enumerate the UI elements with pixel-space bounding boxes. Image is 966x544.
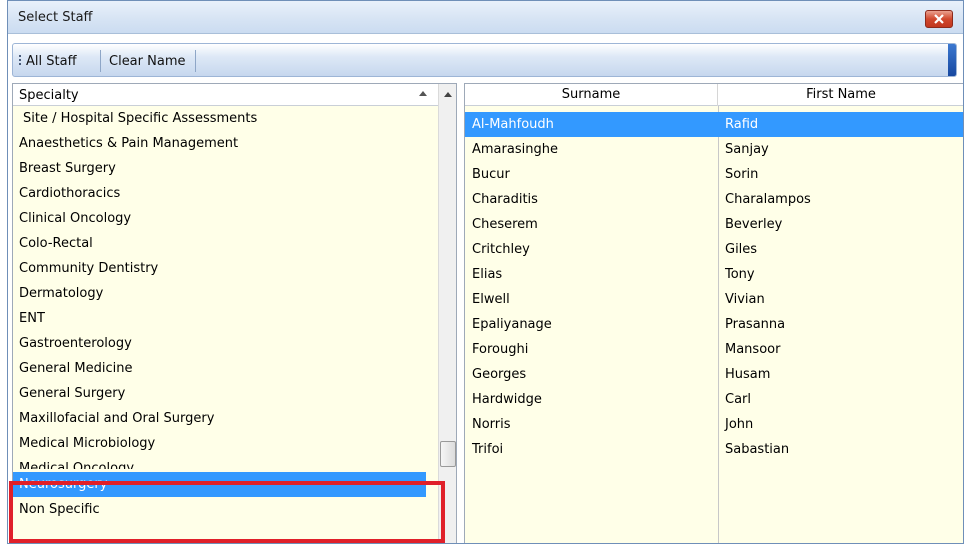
first-name-cell: Vivian: [725, 292, 765, 307]
first-name-cell: Giles: [725, 242, 758, 257]
staff-grid-pane: Surname First Name Al-Mahfoudh Rafid Ama…: [464, 83, 963, 543]
specialty-item[interactable]: General Medicine: [13, 356, 438, 381]
toolbar: All Staff Clear Name: [12, 43, 957, 77]
specialty-item-selected[interactable]: Neurosurgery: [13, 472, 426, 497]
staff-row[interactable]: Critchley Giles: [465, 237, 963, 262]
all-staff-button[interactable]: All Staff: [26, 54, 77, 69]
first-name-cell: Mansoor: [725, 342, 781, 357]
staff-row[interactable]: Foroughi Mansoor: [465, 337, 963, 362]
specialty-list-pane: Specialty Site / Hospital Specific Asses…: [12, 83, 457, 543]
surname-cell: Charaditis: [472, 192, 538, 207]
specialty-item[interactable]: ENT: [13, 306, 438, 331]
surname-cell: Bucur: [472, 167, 510, 182]
toolbar-separator: [100, 50, 101, 72]
staff-row[interactable]: Bucur Sorin: [465, 162, 963, 187]
surname-column-header[interactable]: Surname: [465, 84, 718, 106]
specialty-item[interactable]: Community Dentistry: [13, 256, 438, 281]
staff-row[interactable]: Norris John: [465, 412, 963, 437]
surname-cell: Cheserem: [472, 217, 538, 232]
first-name-cell: Husam: [725, 367, 771, 382]
close-icon: [934, 14, 944, 24]
staff-row-selected[interactable]: Al-Mahfoudh Rafid: [465, 112, 963, 137]
toolbar-grip-icon[interactable]: [19, 55, 21, 67]
close-button[interactable]: [925, 10, 953, 28]
specialty-item[interactable]: Clinical Oncology: [13, 206, 438, 231]
specialty-item[interactable]: Anaesthetics & Pain Management: [13, 131, 438, 156]
specialty-item[interactable]: General Surgery: [13, 381, 438, 406]
specialty-item[interactable]: Maxillofacial and Oral Surgery: [13, 406, 438, 431]
staff-rows: Al-Mahfoudh Rafid Amarasinghe Sanjay Buc…: [465, 112, 963, 462]
surname-cell: Critchley: [472, 242, 530, 257]
first-name-cell: Sanjay: [725, 142, 769, 157]
staff-row[interactable]: Hardwidge Carl: [465, 387, 963, 412]
staff-row[interactable]: Trifoi Sabastian: [465, 437, 963, 462]
staff-row[interactable]: Amarasinghe Sanjay: [465, 137, 963, 162]
first-name-cell: Rafid: [725, 117, 759, 132]
first-name-cell: John: [725, 417, 754, 432]
staff-row[interactable]: Elias Tony: [465, 262, 963, 287]
surname-cell: Elwell: [472, 292, 510, 307]
surname-cell: Georges: [472, 367, 527, 382]
first-name-cell: Charalampos: [725, 192, 811, 207]
specialty-item[interactable]: Medical Oncology: [13, 456, 438, 469]
specialty-item[interactable]: Non Specific: [13, 497, 438, 522]
specialty-item[interactable]: Medical Microbiology: [13, 431, 438, 456]
first-name-cell: Sorin: [725, 167, 759, 182]
surname-cell: Hardwidge: [472, 392, 542, 407]
surname-cell: Elias: [472, 267, 503, 282]
specialty-item[interactable]: Cardiothoracics: [13, 181, 438, 206]
specialty-item[interactable]: Colo-Rectal: [13, 231, 438, 256]
clear-name-button[interactable]: Clear Name: [109, 54, 185, 69]
staff-row[interactable]: Georges Husam: [465, 362, 963, 387]
surname-cell: Trifoi: [472, 442, 504, 457]
specialty-item[interactable]: Site / Hospital Specific Assessments: [13, 106, 438, 131]
specialty-item[interactable]: Gastroenterology: [13, 331, 438, 356]
staff-row[interactable]: Cheserem Beverley: [465, 212, 963, 237]
staff-row[interactable]: Charaditis Charalampos: [465, 187, 963, 212]
scrollbar-thumb[interactable]: [440, 441, 456, 467]
title-bar: Select Staff: [8, 1, 963, 34]
staff-row[interactable]: Elwell Vivian: [465, 287, 963, 312]
specialty-list: Site / Hospital Specific Assessments Ana…: [13, 106, 438, 522]
surname-cell: Norris: [472, 417, 511, 432]
first-name-cell: Sabastian: [725, 442, 790, 457]
surname-cell: Epaliyanage: [472, 317, 552, 332]
toolbar-separator: [195, 50, 196, 72]
first-name-cell: Prasanna: [725, 317, 786, 332]
surname-cell: Amarasinghe: [472, 142, 558, 157]
specialty-column-header[interactable]: Specialty: [13, 84, 438, 106]
specialty-header-label: Specialty: [19, 88, 79, 103]
select-staff-window: Select Staff All Staff Clear Name Specia…: [7, 0, 964, 544]
window-title: Select Staff: [18, 10, 93, 25]
sort-ascending-icon: [419, 91, 427, 96]
toolbar-end-cap: [948, 44, 956, 76]
specialty-scrollbar[interactable]: [438, 84, 456, 543]
first-name-cell: Beverley: [725, 217, 783, 232]
first-name-column-header[interactable]: First Name: [718, 84, 963, 106]
surname-cell: Al-Mahfoudh: [472, 117, 554, 132]
first-name-cell: Tony: [725, 267, 755, 282]
staff-row[interactable]: Epaliyanage Prasanna: [465, 312, 963, 337]
scroll-up-arrow-icon[interactable]: [444, 92, 452, 97]
specialty-item[interactable]: Dermatology: [13, 281, 438, 306]
specialty-item[interactable]: Breast Surgery: [13, 156, 438, 181]
staff-grid-header: Surname First Name: [465, 84, 963, 106]
first-name-cell: Carl: [725, 392, 751, 407]
surname-cell: Foroughi: [472, 342, 529, 357]
